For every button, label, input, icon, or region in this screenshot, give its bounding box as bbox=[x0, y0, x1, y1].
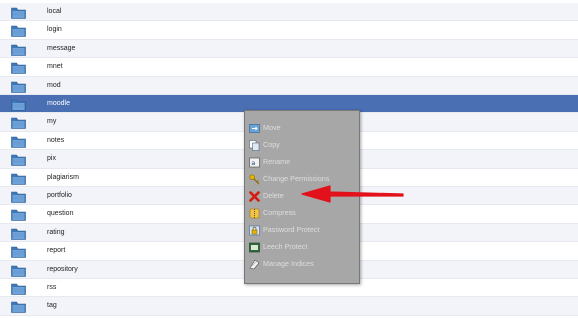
file-name[interactable]: message bbox=[47, 40, 75, 58]
menu-item-label: Password Protect bbox=[263, 225, 320, 234]
menu-item-manage-indices[interactable]: Manage Indices bbox=[245, 255, 359, 272]
annotation-arrow bbox=[301, 185, 404, 203]
leech-protect-icon bbox=[249, 240, 260, 253]
row-divider bbox=[0, 314, 578, 316]
file-row-message[interactable]: message bbox=[0, 39, 578, 59]
file-name[interactable]: pix bbox=[47, 150, 56, 168]
folder-icon bbox=[11, 282, 26, 295]
folder-icon bbox=[11, 264, 26, 277]
file-name[interactable]: plagiarism bbox=[47, 169, 79, 187]
menu-item-move[interactable]: Move bbox=[245, 119, 359, 136]
file-name[interactable]: report bbox=[47, 242, 65, 260]
folder-icon bbox=[11, 190, 26, 203]
menu-item-label: Rename bbox=[263, 157, 291, 166]
menu-item-password-protect[interactable]: Password Protect bbox=[245, 221, 359, 238]
file-name[interactable]: rating bbox=[47, 224, 65, 242]
file-row-local[interactable]: local bbox=[0, 3, 578, 22]
file-name[interactable]: mod bbox=[47, 77, 61, 95]
key-icon bbox=[249, 172, 260, 185]
folder-icon bbox=[11, 43, 26, 56]
menu-item-label: Leech Protect bbox=[263, 242, 308, 251]
password-protect-icon bbox=[249, 223, 260, 236]
file-name[interactable]: repository bbox=[47, 261, 78, 279]
file-row-mnet[interactable]: mnet bbox=[0, 58, 578, 76]
file-row-mod[interactable]: mod bbox=[0, 76, 578, 95]
move-icon bbox=[249, 121, 260, 133]
folder-icon bbox=[11, 227, 26, 240]
menu-item-label: Manage Indices bbox=[263, 259, 314, 268]
menu-item-label: Move bbox=[263, 123, 281, 132]
folder-icon bbox=[11, 98, 26, 111]
rename-icon: a bbox=[249, 155, 260, 168]
file-name[interactable]: portfolio bbox=[47, 187, 72, 205]
file-name[interactable]: local bbox=[47, 3, 61, 21]
folder-icon bbox=[11, 172, 26, 185]
svg-text:a: a bbox=[251, 159, 255, 167]
file-name[interactable]: mnet bbox=[47, 58, 63, 76]
folder-icon bbox=[11, 80, 26, 93]
menu-item-leech-protect[interactable]: Leech Protect bbox=[245, 238, 359, 255]
folder-icon bbox=[11, 116, 26, 130]
menu-item-label: Compress bbox=[263, 208, 296, 217]
menu-item-compress[interactable]: Compress bbox=[245, 204, 359, 221]
menu-item-copy[interactable]: Copy bbox=[245, 136, 359, 153]
folder-icon bbox=[11, 300, 26, 314]
menu-item-label: Copy bbox=[263, 140, 280, 149]
folder-icon bbox=[11, 135, 26, 148]
file-row-login[interactable]: login bbox=[0, 21, 578, 39]
menu-item-rename[interactable]: a Rename bbox=[245, 153, 359, 170]
manage-indices-icon bbox=[249, 257, 260, 270]
folder-icon bbox=[11, 153, 26, 166]
folder-icon bbox=[11, 208, 26, 222]
delete-icon bbox=[249, 189, 260, 202]
folder-icon bbox=[11, 6, 26, 19]
file-name[interactable]: my bbox=[47, 113, 56, 131]
folder-icon bbox=[11, 24, 26, 38]
menu-item-label: Delete bbox=[263, 191, 284, 200]
file-name[interactable]: moodle bbox=[47, 95, 70, 113]
file-name[interactable]: rss bbox=[47, 279, 56, 297]
folder-icon bbox=[11, 245, 26, 258]
folder-icon bbox=[11, 61, 26, 74]
file-name[interactable]: notes bbox=[47, 132, 64, 150]
copy-icon bbox=[249, 138, 260, 151]
file-name[interactable]: login bbox=[47, 21, 62, 39]
compress-icon bbox=[249, 206, 260, 219]
file-name[interactable]: question bbox=[47, 205, 73, 223]
